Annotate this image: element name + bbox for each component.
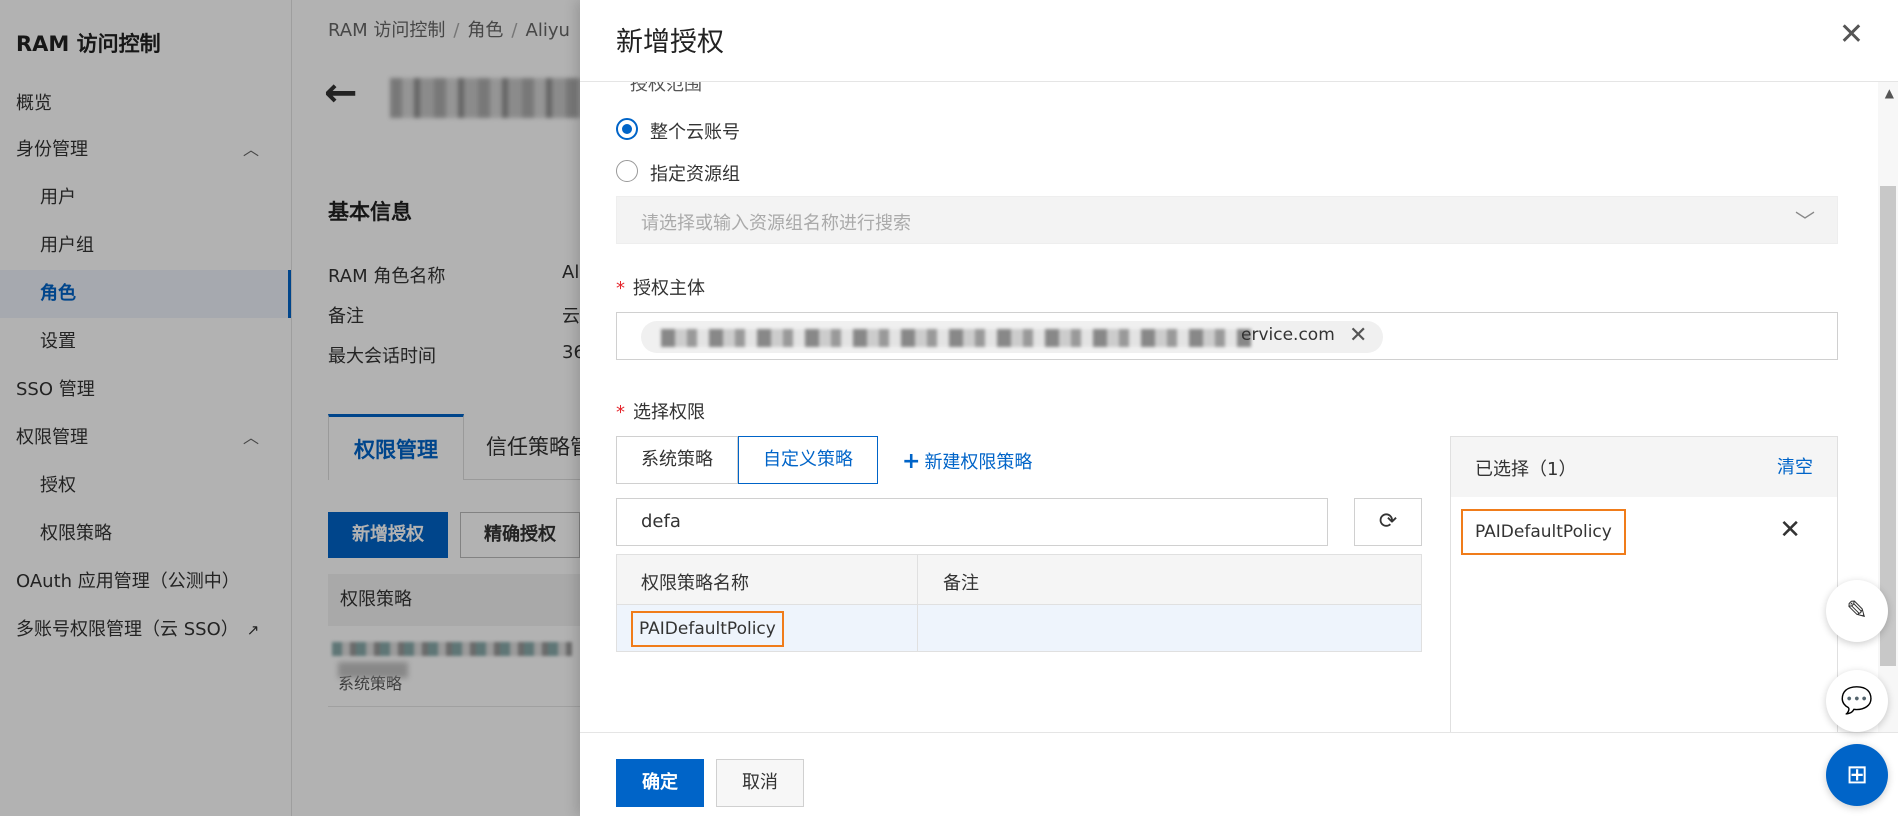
principal-label: * 授权主体: [616, 278, 705, 299]
scope-radio-account[interactable]: [616, 118, 638, 140]
plus-icon: +: [902, 449, 921, 474]
required-mark: *: [616, 278, 625, 299]
principal-redacted: [661, 329, 1251, 347]
required-mark: *: [616, 402, 625, 423]
column-divider: [917, 555, 918, 651]
edit-icon[interactable]: ✎: [1826, 580, 1888, 642]
add-grant-drawer: 新增授权 ✕ 授权范围 整个云账号 指定资源组 请选择或输入资源组名称进行搜索 …: [580, 0, 1898, 816]
scope-option-label[interactable]: 整个云账号: [650, 118, 740, 144]
new-policy-link[interactable]: + 新建权限策略: [902, 448, 1032, 474]
selected-policy: PAIDefaultPolicy: [1461, 509, 1626, 555]
selected-header: 已选择（1） 清空: [1451, 437, 1837, 497]
permission-label: * 选择权限: [616, 402, 705, 423]
principal-input[interactable]: ervice.com ✕: [616, 312, 1838, 360]
remove-tag-icon[interactable]: ✕: [1349, 321, 1367, 351]
search-value: defa: [641, 511, 681, 532]
column-header-name: 权限策略名称: [641, 573, 749, 594]
drawer-header: 新增授权 ✕: [580, 0, 1898, 82]
chat-icon[interactable]: 💬: [1826, 670, 1888, 732]
scope-radio-resource-group[interactable]: [616, 160, 638, 182]
table-header: 权限策略名称 备注: [617, 555, 1421, 605]
scope-option-label[interactable]: 指定资源组: [650, 160, 740, 186]
selected-count: 已选择（1）: [1475, 459, 1577, 480]
resource-group-placeholder: 请选择或输入资源组名称进行搜索: [641, 213, 911, 234]
refresh-button[interactable]: ⟳: [1354, 498, 1422, 546]
tab-custom-policy[interactable]: 自定义策略: [738, 436, 878, 484]
apps-icon[interactable]: ⊞: [1826, 744, 1888, 806]
chevron-down-icon: ﹀: [1795, 209, 1815, 233]
principal-tag: ervice.com ✕: [641, 321, 1383, 353]
resource-group-select[interactable]: 请选择或输入资源组名称进行搜索 ﹀: [616, 196, 1838, 244]
confirm-button[interactable]: 确定: [616, 759, 704, 807]
cancel-button[interactable]: 取消: [716, 759, 804, 807]
scroll-up-icon[interactable]: ▲: [1885, 86, 1894, 100]
refresh-icon: ⟳: [1378, 509, 1398, 534]
policy-name-cell[interactable]: PAIDefaultPolicy: [631, 611, 784, 647]
selected-panel: 已选择（1） 清空 PAIDefaultPolicy ✕: [1450, 436, 1838, 732]
table-row[interactable]: PAIDefaultPolicy: [617, 605, 1421, 651]
tab-system-policy[interactable]: 系统策略: [616, 436, 738, 484]
close-icon[interactable]: ✕: [1839, 18, 1864, 52]
drawer-footer: 确定 取消: [580, 732, 1898, 816]
drawer-body: 授权范围 整个云账号 指定资源组 请选择或输入资源组名称进行搜索 ﹀ * 授权主体…: [580, 82, 1898, 732]
scope-label: 授权范围: [630, 82, 702, 95]
policy-search-input[interactable]: defa: [616, 498, 1328, 546]
close-icon[interactable]: ✕: [1779, 513, 1801, 547]
clear-button[interactable]: 清空: [1777, 453, 1813, 479]
column-header-note: 备注: [943, 573, 979, 594]
principal-value: ervice.com: [1241, 325, 1335, 345]
drawer-title: 新增授权: [616, 27, 724, 58]
policy-table: 权限策略名称 备注 PAIDefaultPolicy: [616, 554, 1422, 652]
